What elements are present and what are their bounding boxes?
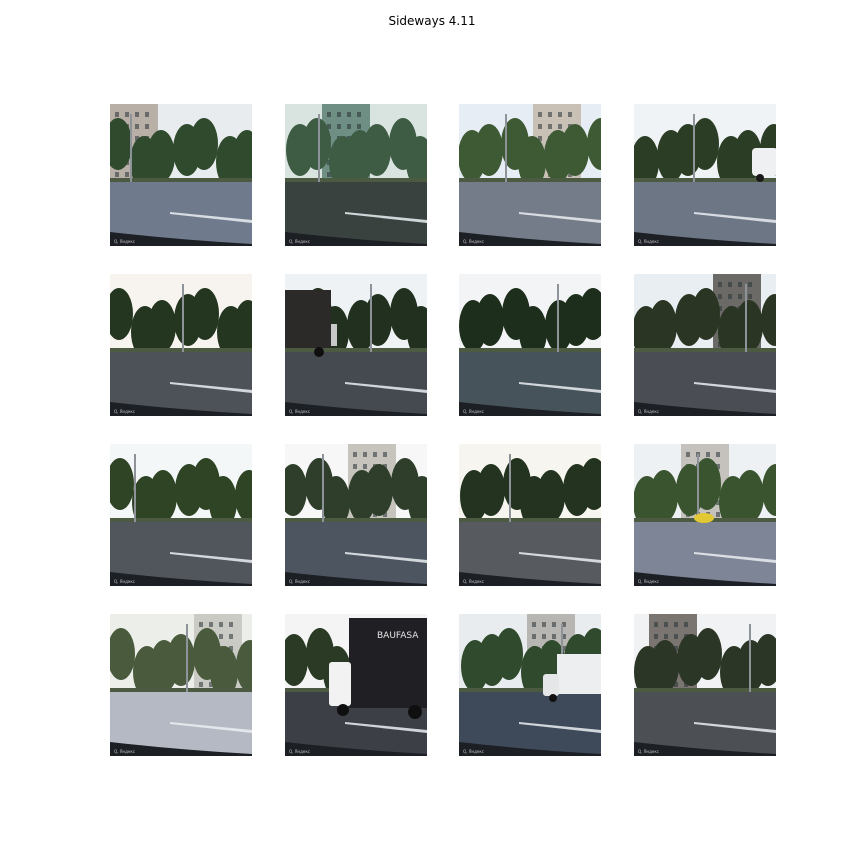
photo-scene: BAUFASA [285, 614, 427, 756]
street-photo-r3c1: Q, Яндекс [110, 444, 252, 586]
watermark-label: Q, Яндекс [114, 579, 135, 584]
watermark-label: Q, Яндекс [463, 749, 484, 754]
photo-scene [459, 274, 601, 416]
photo-scene [634, 104, 776, 246]
street-photo-r1c1: Q, Яндекс [110, 104, 252, 246]
truck-lettering: BAUFASA [377, 631, 419, 641]
watermark-label: Q, Яндекс [638, 749, 659, 754]
watermark-label: Q, Яндекс [463, 409, 484, 414]
street-photo-r2c1: Q, Яндекс [110, 274, 252, 416]
photo-scene [110, 614, 252, 756]
watermark-label: Q, Яндекс [289, 409, 310, 414]
photo-scene [634, 444, 776, 586]
watermark-label: Q, Яндекс [289, 749, 310, 754]
street-photo-r4c4: Q, Яндекс [634, 614, 776, 756]
image-grid: Q, Яндекс Q, Яндекс Q, Яндекс Q, Яндекс Q, Я… [0, 0, 864, 864]
street-photo-r4c1: Q, Яндекс [110, 614, 252, 756]
street-photo-r3c3: Q, Яндекс [459, 444, 601, 586]
street-photo-r2c3: Q, Яндекс [459, 274, 601, 416]
photo-scene [110, 104, 252, 246]
street-photo-r1c4: Q, Яндекс [634, 104, 776, 246]
watermark-label: Q, Яндекс [289, 239, 310, 244]
photo-scene [459, 614, 601, 756]
photo-scene [285, 274, 427, 416]
watermark-label: Q, Яндекс [463, 239, 484, 244]
watermark-label: Q, Яндекс [638, 579, 659, 584]
street-photo-r4c3: Q, Яндекс [459, 614, 601, 756]
photo-scene [459, 444, 601, 586]
photo-scene [459, 104, 601, 246]
street-photo-r1c2: Q, Яндекс [285, 104, 427, 246]
street-photo-r4c2: BAUFASA Q, Яндекс [285, 614, 427, 756]
watermark-label: Q, Яндекс [638, 239, 659, 244]
watermark-label: Q, Яндекс [638, 409, 659, 414]
photo-scene [110, 274, 252, 416]
street-photo-r1c3: Q, Яндекс [459, 104, 601, 246]
photo-scene [285, 444, 427, 586]
watermark-label: Q, Яндекс [114, 749, 135, 754]
street-photo-r2c2: Q, Яндекс [285, 274, 427, 416]
photo-scene [634, 274, 776, 416]
watermark-label: Q, Яндекс [114, 239, 135, 244]
street-photo-r2c4: Q, Яндекс [634, 274, 776, 416]
watermark-label: Q, Яндекс [114, 409, 135, 414]
photo-scene [110, 444, 252, 586]
street-photo-r3c2: Q, Яндекс [285, 444, 427, 586]
street-photo-r3c4: Q, Яндекс [634, 444, 776, 586]
photo-scene [634, 614, 776, 756]
watermark-label: Q, Яндекс [463, 579, 484, 584]
photo-scene [285, 104, 427, 246]
watermark-label: Q, Яндекс [289, 579, 310, 584]
